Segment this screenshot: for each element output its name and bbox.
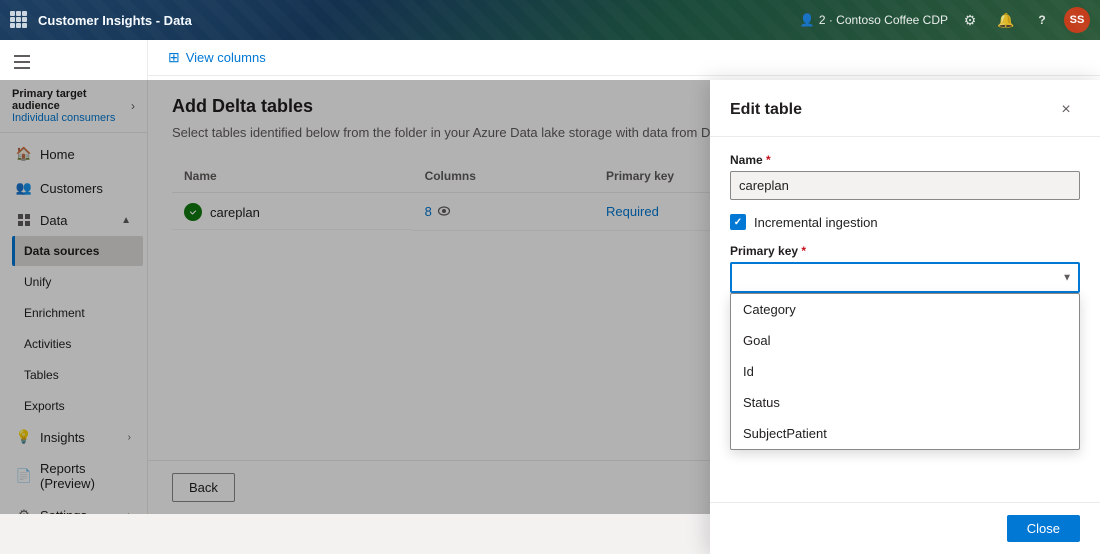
dropdown-option-category[interactable]: Category [731, 294, 1079, 325]
name-input[interactable] [730, 171, 1080, 200]
view-icon: ⊞ [168, 49, 180, 66]
panel-footer: Close [710, 502, 1100, 554]
panel-header: Edit table × [710, 80, 1100, 137]
topbar-right: 👤 2 · Contoso Coffee CDP ⚙ 🔔 ? SS [800, 6, 1090, 34]
incremental-checkbox[interactable] [730, 214, 746, 230]
topbar: Customer Insights - Data 👤 2 · Contoso C… [0, 0, 1100, 40]
incremental-ingestion-row: Incremental ingestion [730, 214, 1080, 230]
panel-body: Name * Incremental ingestion Primary key… [710, 137, 1100, 502]
avatar[interactable]: SS [1064, 7, 1090, 33]
primary-key-input[interactable] [730, 262, 1080, 293]
bell-icon-btn[interactable]: 🔔 [992, 6, 1020, 34]
view-columns-bar: ⊞ View columns [148, 40, 1100, 76]
dropdown-option-goal[interactable]: Goal [731, 325, 1079, 356]
close-panel-button[interactable]: Close [1007, 515, 1080, 542]
hamburger-button[interactable] [4, 44, 40, 80]
panel-close-button[interactable]: × [1052, 96, 1080, 124]
app-title: Customer Insights - Data [38, 13, 800, 28]
settings-icon-btn[interactable]: ⚙ [956, 6, 984, 34]
question-icon-btn[interactable]: ? [1028, 6, 1056, 34]
primary-key-dropdown-wrapper: ▼ Category Goal Id Status SubjectPatient [730, 262, 1080, 293]
primary-key-field-group: Primary key * ▼ Category Goal Id Status … [730, 244, 1080, 293]
edit-table-panel: Edit table × Name * Incremental ingestio… [710, 80, 1100, 554]
org-label: 👤 2 · Contoso Coffee CDP [800, 13, 948, 27]
dropdown-option-id[interactable]: Id [731, 356, 1079, 387]
app-layout: Primary target audience Individual consu… [0, 40, 1100, 514]
dropdown-option-subjectpatient[interactable]: SubjectPatient [731, 418, 1079, 449]
apps-icon[interactable] [10, 11, 28, 29]
primary-key-required-mark: * [801, 244, 806, 258]
name-required-mark: * [766, 153, 771, 167]
name-field-label: Name * [730, 153, 1080, 167]
primary-key-dropdown-list: Category Goal Id Status SubjectPatient [730, 293, 1080, 450]
view-columns-link[interactable]: View columns [186, 50, 266, 65]
primary-key-label: Primary key * [730, 244, 1080, 258]
dropdown-option-status[interactable]: Status [731, 387, 1079, 418]
panel-title: Edit table [730, 101, 802, 119]
incremental-label: Incremental ingestion [754, 215, 878, 230]
name-field-group: Name * [730, 153, 1080, 200]
org-person-icon: 👤 [800, 13, 815, 27]
